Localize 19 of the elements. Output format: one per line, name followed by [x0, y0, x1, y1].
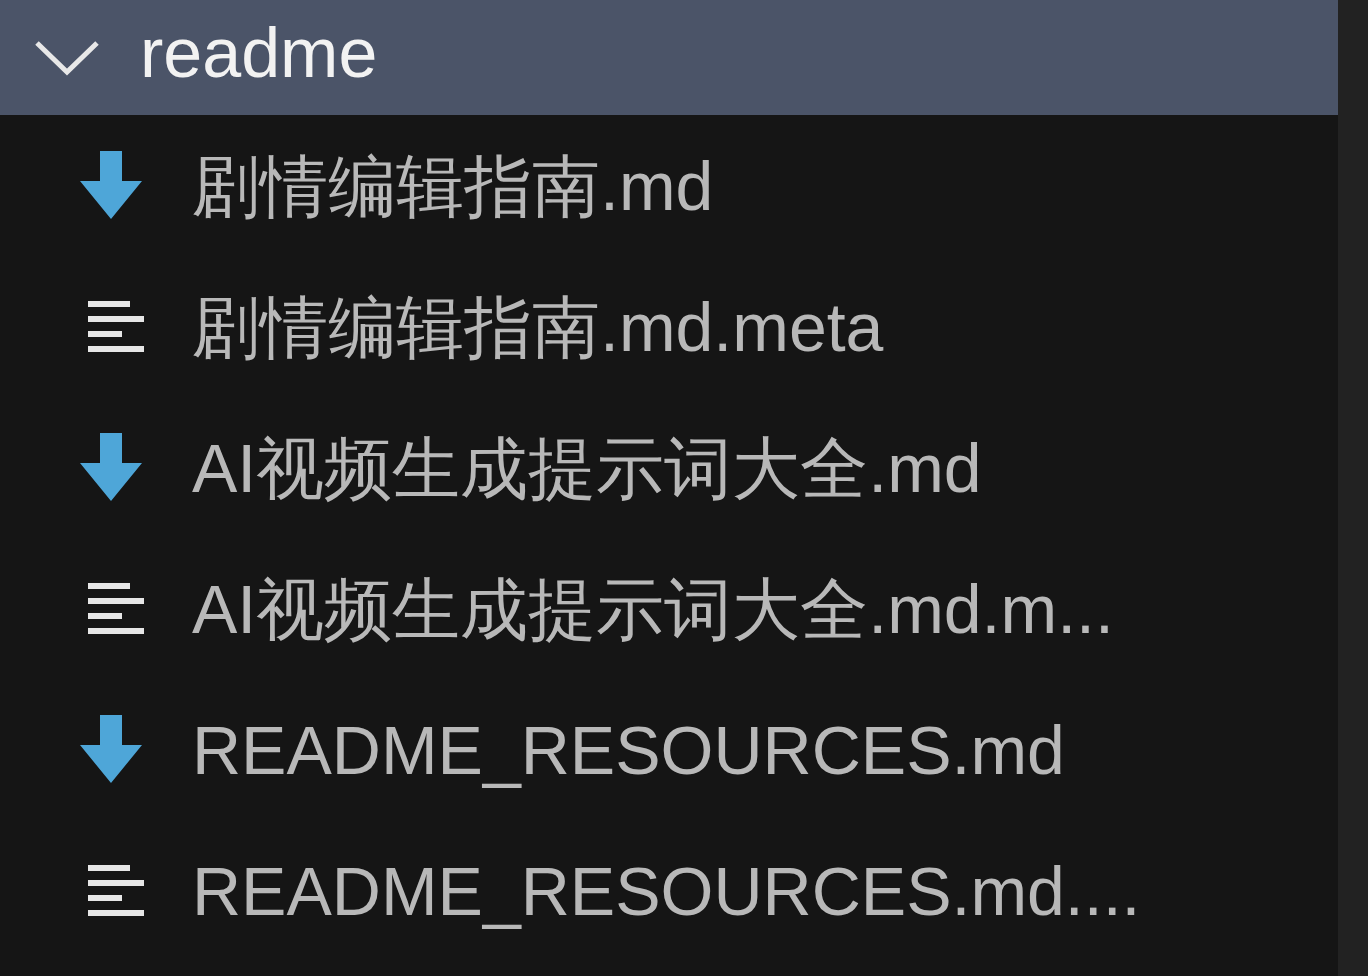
file-item[interactable]: README_RESOURCES.md	[0, 679, 1338, 820]
text-lines-icon	[88, 862, 144, 919]
file-name: 剧情编辑指南.md	[192, 151, 714, 220]
download-arrow-icon	[78, 714, 144, 785]
file-item[interactable]: AI视频生成提示词大全.md	[0, 397, 1338, 538]
file-name: AI视频生成提示词大全.md	[192, 433, 982, 502]
folder-name: readme	[140, 17, 378, 94]
file-item[interactable]: README_RESOURCES.md....	[0, 820, 1338, 961]
text-lines-icon	[88, 580, 144, 637]
folder-header[interactable]: readme	[0, 0, 1338, 115]
file-name: AI视频生成提示词大全.md.m...	[192, 574, 1114, 643]
text-lines-icon	[88, 298, 144, 355]
download-arrow-icon	[78, 432, 144, 503]
file-item[interactable]: AI视频生成提示词大全.md.m...	[0, 538, 1338, 679]
download-arrow-icon	[78, 150, 144, 221]
file-item[interactable]: 剧情编辑指南.md	[0, 115, 1338, 256]
file-item[interactable]: 剧情编辑指南.md.meta	[0, 256, 1338, 397]
chevron-icon	[34, 39, 100, 76]
file-name: 剧情编辑指南.md.meta	[192, 292, 884, 361]
